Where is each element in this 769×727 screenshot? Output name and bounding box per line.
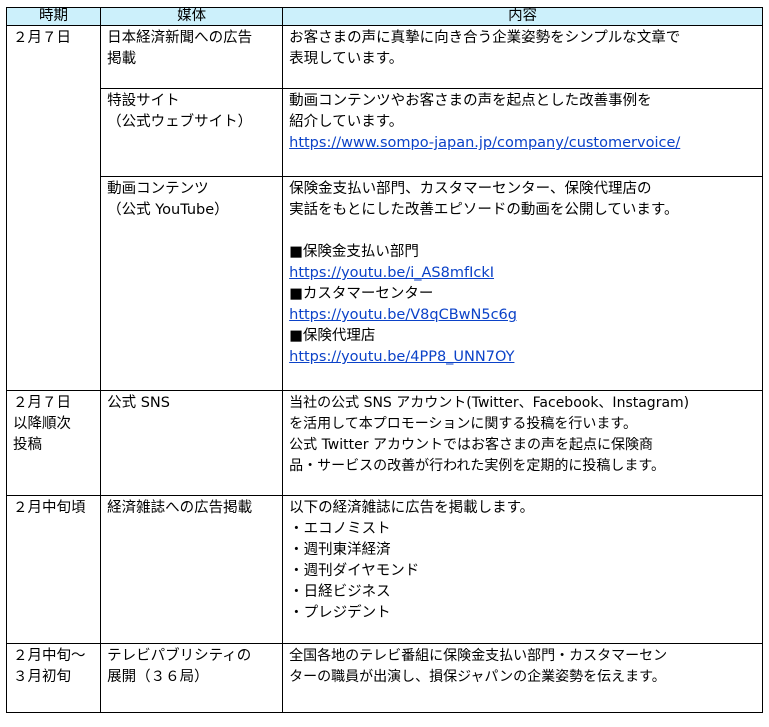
period-cell: ２月７日 以降順次 投稿 xyxy=(5,390,102,496)
content-text: 実話をもとにした改善エピソードの動画を公開しています。 xyxy=(289,202,679,218)
media-text: 経済雑誌への広告掲載 xyxy=(107,500,253,516)
media-text: 展開（３６局） xyxy=(107,669,209,685)
header-row: 時期 媒体 内容 xyxy=(5,7,763,26)
table-row: 動画コンテンツ （公式 YouTube） 保険金支払い部門、カスタマーセンター、… xyxy=(7,176,763,391)
content-cell: 保険金支払い部門、カスタマーセンター、保険代理店の 実話をもとにした改善エピソー… xyxy=(282,176,763,391)
media-text: 動画コンテンツ xyxy=(107,181,209,197)
table-row: ２月中旬頃 経済雑誌への広告掲載 以下の経済雑誌に広告を掲載します。 ・エコノミ… xyxy=(5,495,763,644)
header-period: 時期 xyxy=(5,7,102,26)
period-text: ２月７日 xyxy=(13,395,71,411)
period-cell: ２月中旬～ ３月初旬 xyxy=(5,643,102,713)
period-text: 投稿 xyxy=(13,437,42,453)
content-text: 品・サービスの改善が行われた実例を定期的に投稿します。 xyxy=(289,458,666,474)
media-text: テレビパブリシティの xyxy=(107,648,252,664)
content-text: 動画コンテンツやお客さまの声を起点とした改善事例を xyxy=(289,93,652,109)
magazine-item: ・週刊ダイヤモンド xyxy=(289,563,420,579)
video-label: ■保険代理店 xyxy=(289,328,376,344)
magazine-item: ・プレジデント xyxy=(289,605,391,621)
media-cell: 日本経済新聞への広告 掲載 xyxy=(100,25,284,89)
media-cell: 特設サイト （公式ウェブサイト） xyxy=(100,88,284,177)
video-label: ■保険金支払い部門 xyxy=(289,244,419,260)
youtube-link[interactable]: https://youtu.be/4PP8_UNN7OY xyxy=(289,347,756,368)
period-text: ３月初旬 xyxy=(13,669,71,685)
content-cell: 当社の公式 SNS アカウント(Twitter、Facebook、Instagr… xyxy=(282,390,763,496)
promotion-schedule-table: 時期 媒体 内容 ２月７日 日本経済新聞への広告 掲載 お客さまの声に真摯に向き… xyxy=(5,7,763,713)
customervoice-link[interactable]: https://www.sompo-japan.jp/company/custo… xyxy=(289,133,756,154)
content-cell: お客さまの声に真摯に向き合う企業姿勢をシンプルな文章で 表現しています。 xyxy=(282,25,763,89)
content-text: ターの職員が出演し、損保ジャパンの企業姿勢を伝えます。 xyxy=(289,669,666,685)
period-text: ２月中旬頃 xyxy=(13,500,86,516)
period-cell: ２月７日 xyxy=(5,25,102,391)
period-text: ２月７日 xyxy=(13,30,71,46)
table-row: ２月７日 以降順次 投稿 公式 SNS 当社の公式 SNS アカウント(Twit… xyxy=(5,390,763,496)
media-cell: 動画コンテンツ （公式 YouTube） xyxy=(100,176,284,391)
content-cell: 全国各地のテレビ番組に保険金支払い部門・カスタマーセン ターの職員が出演し、損保… xyxy=(282,643,763,713)
media-text: （公式ウェブサイト） xyxy=(107,114,253,130)
media-cell: テレビパブリシティの 展開（３６局） xyxy=(100,643,284,713)
content-text: 以下の経済雑誌に広告を掲載します。 xyxy=(289,500,535,516)
video-label: ■カスタマーセンター xyxy=(289,286,434,302)
media-text: （公式 YouTube） xyxy=(107,202,229,218)
media-cell: 経済雑誌への広告掲載 xyxy=(100,495,284,644)
table-row: ２月中旬～ ３月初旬 テレビパブリシティの 展開（３６局） 全国各地のテレビ番組… xyxy=(5,643,763,713)
magazine-item: ・エコノミスト xyxy=(289,521,391,537)
media-text: 掲載 xyxy=(107,51,137,67)
media-text: 日本経済新聞への広告 xyxy=(107,30,253,46)
content-cell: 動画コンテンツやお客さまの声を起点とした改善事例を 紹介しています。 https… xyxy=(282,88,763,177)
content-text: 紹介しています。 xyxy=(289,114,404,130)
media-cell: 公式 SNS xyxy=(100,390,284,496)
content-text: 当社の公式 SNS アカウント(Twitter、Facebook、Instagr… xyxy=(289,395,690,411)
period-text: 以降順次 xyxy=(13,416,71,432)
content-text: 表現しています。 xyxy=(289,51,404,67)
media-text: 公式 SNS xyxy=(107,395,170,411)
media-text: 特設サイト xyxy=(107,93,180,109)
header-media: 媒体 xyxy=(100,7,284,26)
table-row: ２月７日 日本経済新聞への広告 掲載 お客さまの声に真摯に向き合う企業姿勢をシン… xyxy=(5,25,763,391)
header-content: 内容 xyxy=(282,7,763,26)
content-text: 全国各地のテレビ番組に保険金支払い部門・カスタマーセン xyxy=(289,648,668,664)
content-text: お客さまの声に真摯に向き合う企業姿勢をシンプルな文章で xyxy=(289,30,681,46)
content-cell: 以下の経済雑誌に広告を掲載します。 ・エコノミスト ・週刊東洋経済 ・週刊ダイヤ… xyxy=(282,495,763,644)
content-text: 公式 Twitter アカウントではお客さまの声を起点に保険商 xyxy=(289,437,653,453)
content-text: を活用して本プロモーションに関する投稿を行います。 xyxy=(289,416,638,432)
magazine-item: ・週刊東洋経済 xyxy=(289,542,391,558)
youtube-link[interactable]: https://youtu.be/i_AS8mfIckI xyxy=(289,263,756,284)
magazine-item: ・日経ビジネス xyxy=(289,584,391,600)
youtube-link[interactable]: https://youtu.be/V8qCBwN5c6g xyxy=(289,305,756,326)
period-text: ２月中旬～ xyxy=(13,648,86,664)
table-row: 特設サイト （公式ウェブサイト） 動画コンテンツやお客さまの声を起点とした改善事… xyxy=(7,88,763,177)
period-cell: ２月中旬頃 xyxy=(5,495,102,644)
content-text: 保険金支払い部門、カスタマーセンター、保険代理店の xyxy=(289,181,652,197)
